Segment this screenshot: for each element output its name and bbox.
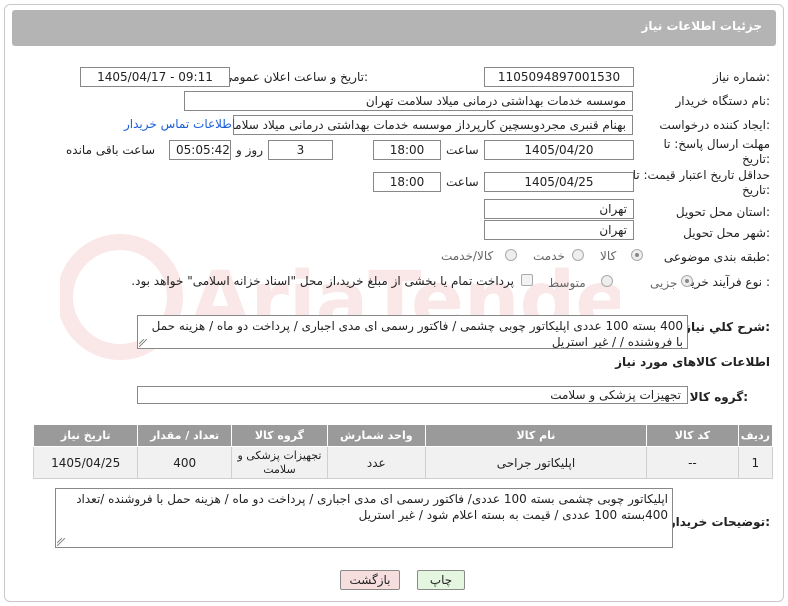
goods-table-header: ردیف کد کالا نام کالا واحد شمارش گروه کا…	[32, 424, 774, 447]
buyer-contact-link[interactable]: اطلاعات تماس خریدار	[124, 117, 235, 131]
province-label: استان محل تحویل:	[675, 205, 770, 219]
buyer-org-field: موسسه خدمات بهداشتی درمانی میلاد سلامت ت…	[184, 91, 633, 111]
creator-label: ایجاد کننده درخواست:	[659, 118, 770, 132]
days-label: روز و	[236, 143, 263, 157]
deadline-label: مهلت ارسال پاسخ: تا تاریخ:	[663, 137, 770, 166]
resize-grip-icon[interactable]	[57, 538, 65, 546]
page-title: جزئیات اطلاعات نیاز	[641, 19, 762, 33]
cell-row: 1	[737, 446, 774, 479]
col-header-name: نام کالا	[424, 424, 648, 447]
cell-unit: عدد	[326, 446, 426, 479]
col-header-code: کد کالا	[646, 424, 739, 447]
treasury-checkbox[interactable]	[521, 274, 533, 286]
general-desc-field[interactable]: 400 بسته 100 عددی اپلیکاتور چوبی چشمی / …	[137, 315, 688, 349]
col-header-group: گروه کالا	[231, 424, 328, 447]
category-radio-service[interactable]	[572, 249, 584, 261]
category-radio-goods[interactable]	[631, 249, 643, 261]
col-header-unit: واحد شمارش	[326, 424, 426, 447]
goods-info-title: اطلاعات کالاهای مورد نیاز	[615, 355, 770, 369]
category-option-goods-service: کالا/خدمت	[441, 249, 494, 263]
print-button[interactable]: چاپ	[417, 570, 465, 590]
validity-date-field: 1405/04/25	[484, 172, 634, 192]
announce-field: 1405/04/17 - 09:11	[80, 67, 230, 87]
category-radio-goods-service[interactable]	[505, 249, 517, 261]
province-field: تهران	[484, 199, 634, 219]
category-option-goods: کالا	[600, 249, 617, 263]
announce-label: تاریخ و ساعت اعلان عمومی:	[223, 70, 368, 84]
goods-group-label: گروه کالا:	[689, 390, 748, 404]
resize-grip-icon[interactable]	[139, 339, 147, 347]
category-label: طبقه بندی موضوعی:	[663, 250, 770, 264]
process-radio-medium[interactable]	[601, 275, 613, 287]
city-label: شهر محل تحویل:	[683, 226, 770, 240]
process-option-medium: متوسط	[548, 276, 586, 290]
col-header-date: تاریخ نیاز	[32, 424, 139, 447]
deadline-time-label: ساعت	[446, 143, 479, 157]
need-number-field: 1105094897001530	[484, 67, 634, 87]
buyer-notes-field[interactable]: اپلیکاتور چوبی چشمی بسته 100 عددی/ فاکتو…	[55, 488, 673, 548]
buyer-org-label: نام دستگاه خریدار:	[675, 94, 771, 108]
payment-note: پرداخت تمام یا بخشی از مبلغ خرید،از محل …	[131, 274, 514, 288]
category-option-service: خدمت	[533, 249, 565, 263]
cell-name: اپلیکاتور جراحی	[424, 446, 648, 479]
validity-time-label: ساعت	[446, 175, 479, 189]
cell-code: --	[646, 446, 739, 479]
back-button[interactable]: بازگشت	[340, 570, 400, 590]
cell-date: 1405/04/25	[32, 446, 139, 479]
process-option-minor: جزیی	[650, 276, 678, 290]
general-desc-text: 400 بسته 100 عددی اپلیکاتور چوبی چشمی / …	[151, 319, 683, 349]
page-header: جزئیات اطلاعات نیاز	[12, 10, 776, 46]
remaining-days-field: 3	[268, 140, 333, 160]
deadline-date-field: 1405/04/20	[484, 140, 634, 160]
validity-time-field: 18:00	[373, 172, 441, 192]
general-desc-label: شرح کلي نياز:	[684, 320, 770, 334]
process-radio-minor[interactable]	[681, 275, 693, 287]
goods-group-field: تجهیزات پزشکی و سلامت	[137, 386, 688, 404]
remaining-label: ساعت باقی مانده	[66, 143, 156, 157]
creator-field: بهنام قنبری مجردوبسچین کارپرداز موسسه خد…	[233, 115, 633, 135]
buyer-notes-label: توضیحات خریدار:	[668, 515, 770, 529]
process-label: نوع فرآیند خرید :	[685, 275, 770, 289]
table-row: 1 -- اپلیکاتور جراحی عدد تجهیزات پزشکی و…	[32, 446, 774, 479]
col-header-row: ردیف	[737, 424, 774, 447]
deadline-time-field: 18:00	[373, 140, 441, 160]
cell-qty: 400	[137, 446, 233, 479]
buyer-notes-text: اپلیکاتور چوبی چشمی بسته 100 عددی/ فاکتو…	[76, 492, 668, 522]
remaining-time-field: 05:05:42	[169, 140, 231, 160]
need-number-label: شماره نیاز:	[712, 70, 770, 84]
goods-table: ردیف کد کالا نام کالا واحد شمارش گروه کا…	[32, 424, 774, 479]
validity-label: حداقل تاریخ اعتبار قیمت: تا تاریخ:	[632, 168, 770, 197]
cell-group: تجهیزات پزشکی و سلامت	[231, 446, 328, 479]
city-field: تهران	[484, 220, 634, 240]
col-header-qty: تعداد / مقدار	[137, 424, 233, 447]
